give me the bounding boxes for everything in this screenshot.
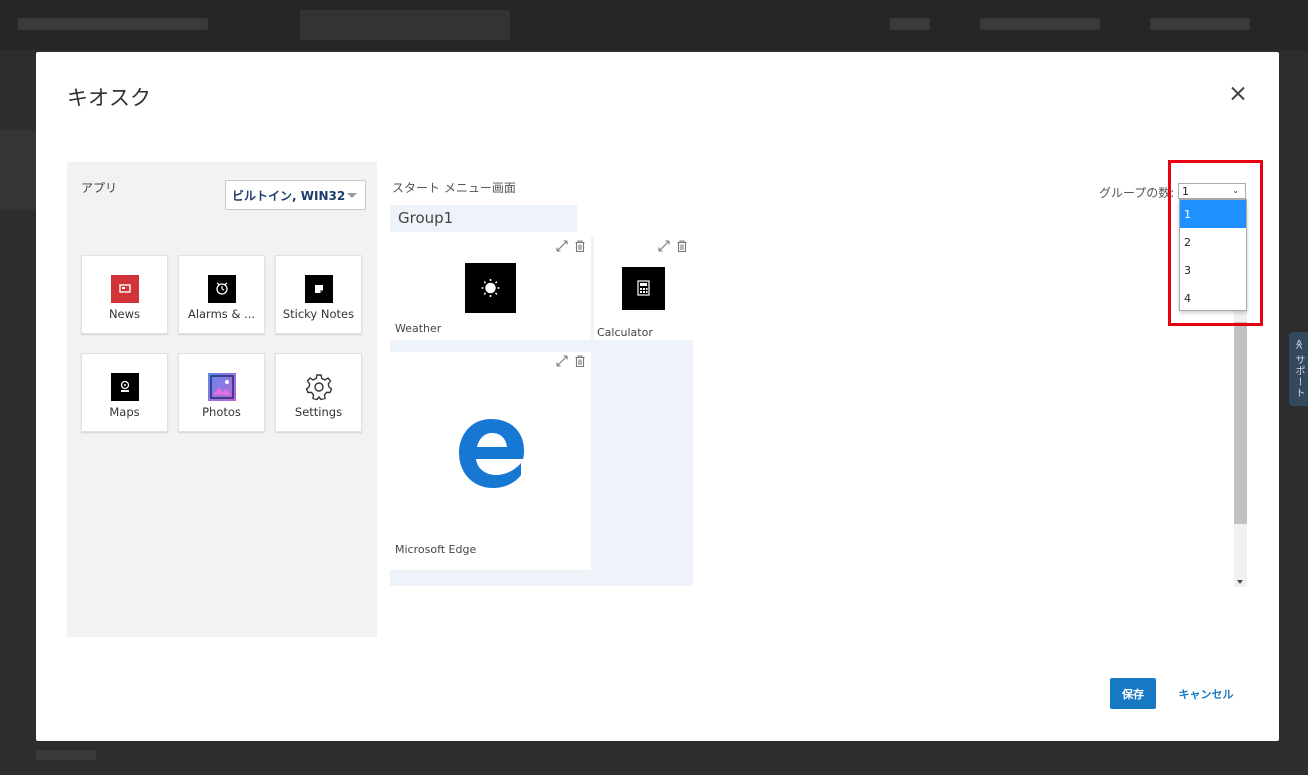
background-header — [0, 0, 1308, 50]
delete-icon[interactable] — [573, 354, 587, 368]
alarm-clock-icon — [208, 275, 236, 303]
start-tile-calculator[interactable]: Calculator — [594, 237, 693, 340]
group-count-option-2[interactable]: 2 — [1180, 228, 1246, 256]
cancel-button[interactable]: キャンセル — [1174, 678, 1238, 709]
app-tile-maps[interactable]: Maps — [81, 353, 168, 432]
app-tile-label: Settings — [294, 405, 343, 419]
app-tile-label: Photos — [202, 405, 241, 419]
app-tile-label: News — [108, 307, 141, 321]
app-tile-settings[interactable]: Settings — [275, 353, 362, 432]
group-name-field[interactable]: Group1 — [390, 205, 577, 232]
tile-actions — [555, 354, 587, 368]
background-search — [300, 10, 510, 40]
background-menu-item — [890, 18, 930, 30]
app-tile-news[interactable]: News — [81, 255, 168, 334]
microsoft-edge-icon — [459, 419, 524, 488]
group-count-option-4[interactable]: 4 — [1180, 284, 1246, 312]
weather-sun-icon — [465, 263, 516, 313]
news-icon — [111, 275, 139, 303]
app-tile-sticky-notes[interactable]: Sticky Notes — [275, 255, 362, 334]
app-tile-label: Alarms & ... — [187, 307, 256, 321]
app-tile-photos[interactable]: Photos — [178, 353, 265, 432]
delete-icon[interactable] — [675, 239, 689, 253]
calculator-icon — [622, 267, 665, 310]
tile-name: Calculator — [597, 326, 653, 339]
tile-actions — [555, 239, 587, 253]
caret-down-icon — [347, 193, 357, 198]
kiosk-dialog: キオスク アプリ ビルトイン, WIN32 News Alarms & ... … — [36, 52, 1279, 741]
dialog-title: キオスク — [67, 86, 151, 110]
group-count-option-1[interactable]: 1 — [1180, 200, 1246, 228]
app-filter-value: ビルトイン, WIN32 — [232, 189, 346, 203]
photos-icon — [208, 373, 236, 401]
resize-icon[interactable] — [657, 239, 671, 253]
group-count-label: グループの数: — [1099, 186, 1175, 200]
group-count-dropdown: 1 2 3 4 — [1179, 199, 1247, 311]
tile-actions — [657, 239, 689, 253]
start-tile-microsoft-edge[interactable]: Microsoft Edge — [390, 352, 591, 570]
apps-label: アプリ — [81, 181, 118, 195]
tile-name: Weather — [395, 322, 442, 335]
settings-gear-icon — [305, 374, 333, 401]
scrollbar[interactable] — [1234, 304, 1247, 587]
app-tile-label: Sticky Notes — [282, 307, 355, 321]
background-sidebar — [0, 130, 36, 210]
background-toolbar-icons — [980, 18, 1100, 30]
start-tile-weather[interactable]: Weather — [390, 237, 591, 340]
resize-icon[interactable] — [555, 239, 569, 253]
scrollbar-thumb[interactable] — [1234, 322, 1247, 524]
chevron-down-icon: ⌄ — [1232, 186, 1239, 195]
sticky-notes-icon — [305, 275, 333, 303]
background-user-menu — [1150, 18, 1250, 30]
apps-panel: アプリ ビルトイン, WIN32 News Alarms & ... Stick… — [67, 162, 377, 637]
delete-icon[interactable] — [573, 239, 587, 253]
save-button[interactable]: 保存 — [1110, 678, 1156, 709]
support-tab[interactable]: ≪ サポート — [1289, 332, 1308, 406]
group-count-option-3[interactable]: 3 — [1180, 256, 1246, 284]
start-menu-label: スタート メニュー画面 — [392, 181, 516, 195]
app-tile-label: Maps — [109, 405, 140, 419]
background-footer-text — [36, 750, 96, 760]
tile-name: Microsoft Edge — [395, 543, 477, 556]
close-icon[interactable] — [1226, 82, 1250, 106]
scroll-down-arrow-icon[interactable] — [1237, 580, 1243, 584]
resize-icon[interactable] — [555, 354, 569, 368]
background-app-title — [18, 18, 208, 30]
group-count-value: 1 — [1182, 185, 1189, 198]
app-tile-alarms[interactable]: Alarms & ... — [178, 255, 265, 334]
maps-icon — [111, 373, 139, 401]
group-count-select[interactable]: 1 ⌄ — [1178, 183, 1246, 199]
app-filter-select[interactable]: ビルトイン, WIN32 — [225, 180, 366, 210]
start-menu-grid: Weather Calculator Microsoft Edge — [390, 237, 693, 586]
